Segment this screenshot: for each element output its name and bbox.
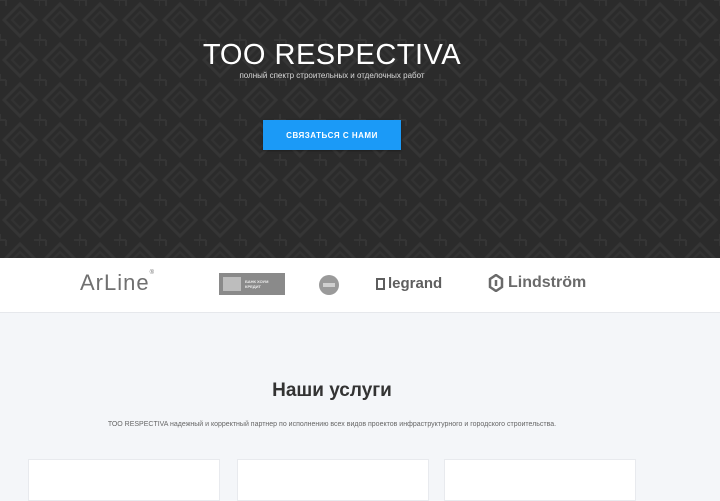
hero-section: ТОО RESPECTIVA полный спектр строительны… [0,0,720,258]
services-title: Наши услуги [272,379,392,401]
legrand-square-icon [376,277,385,290]
hero-title: ТОО RESPECTIVA [202,39,462,72]
partners-strip: ArLine® БАНК ХОУМ КРЕДИТ legrand Lindstr… [0,258,720,313]
bank-logo-text: БАНК ХОУМ КРЕДИТ [245,279,269,289]
arline-registered-mark: ® [149,270,156,276]
service-card[interactable] [444,459,636,501]
partner-logo-circle-icon[interactable] [319,275,339,295]
legrand-logo-text: legrand [388,275,443,292]
contact-us-button[interactable]: СВЯЗАТЬСЯ С НАМИ [263,120,401,150]
partner-logo-lindstrom[interactable]: Lindström [488,274,586,292]
partner-logo-arline[interactable]: ArLine® [80,270,155,296]
services-description: ТОО RESPECTIVA надежный и корректный пар… [107,421,557,428]
service-card[interactable] [28,459,220,501]
arline-logo-text: ArLine [80,270,150,295]
lindstrom-emblem-icon [488,274,504,292]
hero-subtitle: полный спектр строительных и отделочных … [239,71,425,80]
partner-logo-bank[interactable]: БАНК ХОУМ КРЕДИТ [219,273,285,295]
bank-logo-mark-icon [223,277,241,291]
lindstrom-logo-text: Lindström [508,274,587,291]
service-card[interactable] [237,459,429,501]
partner-logo-legrand[interactable]: legrand [376,275,442,292]
